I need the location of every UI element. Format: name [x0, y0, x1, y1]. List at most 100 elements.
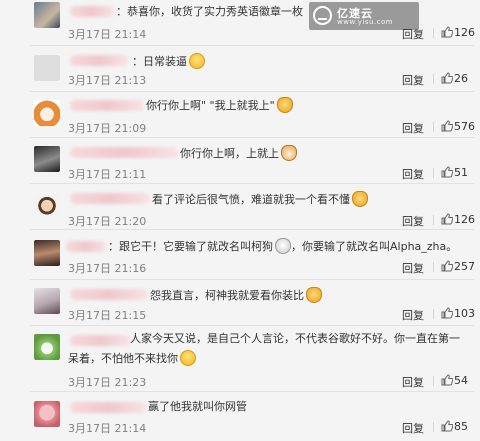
comment-text-body: 看了评论后很气愤，难道就我一个看不懂	[152, 193, 350, 206]
reply-button[interactable]: 回复	[402, 120, 424, 136]
avatar[interactable]	[34, 334, 60, 360]
comment-item: ：恭喜你，收货了实力秀英语徽章一枚 3月17日 21:14 回复 126	[0, 0, 480, 46]
dog-emoji-icon	[275, 238, 291, 254]
thumbs-up-icon	[441, 26, 453, 38]
like-count: 126	[454, 26, 475, 39]
comment-time: 3月17日 21:14	[68, 28, 147, 41]
divider	[433, 376, 434, 386]
comment-item: ：日常装逼 3月17日 21:13 回复 26	[0, 46, 480, 92]
avatar[interactable]	[34, 55, 60, 81]
comment-item: 你行你上啊" "我上就我上" 3月17日 21:09 回复 576	[0, 92, 480, 138]
username-blurred[interactable]	[70, 100, 144, 111]
comment-item: 赢了他我就叫你网管 3月17日 21:14 回复 85	[0, 392, 480, 441]
comment-time: 3月17日 21:20	[68, 215, 147, 228]
thumbs-up-icon	[441, 260, 453, 272]
comment-time: 3月17日 21:23	[68, 376, 147, 389]
comment-text: 你行你上啊" "我上就我上"	[146, 97, 293, 114]
comment-time: 3月17日 21:14	[68, 422, 147, 435]
comment-text: 人家今天又说，是自己个人言论，不代表谷歌好不好。你一直在第一呆着，不怕他不来找你	[68, 329, 468, 369]
comment-item: 人家今天又说，是自己个人言论，不代表谷歌好不好。你一直在第一呆着，不怕他不来找你…	[0, 326, 480, 392]
comment-text: ：日常装逼	[132, 53, 205, 70]
divider	[433, 74, 434, 84]
avatar[interactable]	[34, 194, 60, 220]
divider	[433, 422, 434, 432]
like-count: 26	[454, 72, 468, 85]
smile-emoji-icon	[189, 53, 205, 69]
reply-button[interactable]: 回复	[402, 260, 424, 276]
comment-text-body: ：跟它干！它要输了就改名叫柯狗	[108, 240, 273, 253]
avatar[interactable]	[34, 401, 60, 427]
thumbs-up-icon	[441, 72, 453, 84]
like-button[interactable]: 126	[441, 213, 475, 226]
divider	[433, 215, 434, 225]
divider	[433, 262, 434, 272]
like-count: 126	[454, 213, 475, 226]
like-button[interactable]: 54	[441, 374, 468, 387]
comment-time: 3月17日 21:09	[68, 122, 147, 135]
username-blurred[interactable]	[70, 289, 148, 300]
like-button[interactable]: 85	[441, 420, 468, 433]
like-button[interactable]: 126	[441, 26, 475, 39]
like-button[interactable]: 257	[441, 260, 475, 273]
comment-text-body: 你行你上啊，上就上	[180, 147, 279, 160]
comment-time: 3月17日 21:11	[68, 168, 147, 181]
comment-text-tail: ，你要输了就改名叫Alpha_zha。	[291, 240, 458, 253]
comment-text: 你行你上啊，上就上	[180, 145, 297, 162]
avatar[interactable]	[34, 240, 60, 266]
thumbs-up-icon	[441, 420, 453, 432]
thumbs-up-icon	[441, 374, 453, 386]
like-count: 85	[454, 420, 468, 433]
avatar[interactable]	[34, 100, 60, 126]
like-count: 54	[454, 374, 468, 387]
thumbs-up-icon	[441, 213, 453, 225]
reply-button[interactable]: 回复	[402, 213, 424, 229]
reply-button[interactable]: 回复	[402, 374, 424, 390]
cat-emoji-icon	[352, 191, 368, 207]
username-blurred[interactable]	[70, 193, 150, 204]
comment-item: 怨我直言，柯神我就爱看你装比 3月17日 21:15 回复 103	[0, 280, 480, 326]
comment-time: 3月17日 21:16	[68, 262, 147, 275]
comment-text-body: 人家今天又说，是自己个人言论，不代表谷歌好不好。你一直在第一呆着，不怕他不来找你	[68, 332, 460, 365]
comment-time: 3月17日 21:13	[68, 74, 147, 87]
like-count: 576	[454, 120, 475, 133]
reply-button[interactable]: 回复	[402, 72, 424, 88]
comment-text-body: ：日常装逼	[132, 55, 187, 68]
thumbs-up-icon	[441, 120, 453, 132]
cat-emoji-icon	[306, 287, 322, 303]
like-button[interactable]: 26	[441, 72, 468, 85]
username-blurred[interactable]	[70, 147, 178, 158]
comment-item: ：跟它干！它要输了就改名叫柯狗 ，你要输了就改名叫Alpha_zha。 3月17日…	[0, 230, 480, 280]
like-button[interactable]: 103	[441, 307, 475, 320]
username-blurred[interactable]	[70, 55, 128, 66]
comment-text-body: 怨我直言，柯神我就爱看你装比	[150, 289, 304, 302]
avatar[interactable]	[34, 288, 60, 314]
reply-button[interactable]: 回复	[402, 166, 424, 182]
divider	[433, 122, 434, 132]
divider	[433, 309, 434, 319]
like-count: 103	[454, 307, 475, 320]
laugh-emoji-icon	[180, 350, 196, 366]
username-blurred[interactable]	[66, 241, 106, 252]
shiba-emoji-icon	[281, 145, 297, 161]
divider	[433, 28, 434, 38]
like-button[interactable]: 51	[441, 166, 468, 179]
like-count: 257	[454, 260, 475, 273]
comment-text-body: 你行你上啊" "我上就我上"	[146, 99, 275, 112]
thumbs-up-icon	[441, 307, 453, 319]
reply-button[interactable]: 回复	[402, 307, 424, 323]
username-blurred[interactable]	[70, 6, 114, 17]
like-count: 51	[454, 166, 468, 179]
comment-text: ：恭喜你，收货了实力秀英语徽章一枚	[116, 5, 303, 18]
comment-item: 你行你上啊，上就上 3月17日 21:11 回复 51	[0, 138, 480, 184]
comment-text: 看了评论后很气愤，难道就我一个看不懂	[152, 191, 368, 208]
avatar[interactable]	[34, 2, 60, 28]
comment-item: 看了评论后很气愤，难道就我一个看不懂 3月17日 21:20 回复 126	[0, 184, 480, 230]
comment-time: 3月17日 21:15	[68, 309, 147, 322]
like-button[interactable]: 576	[441, 120, 475, 133]
divider	[433, 168, 434, 178]
username-blurred[interactable]	[70, 402, 146, 413]
avatar[interactable]	[34, 146, 60, 172]
reply-button[interactable]: 回复	[402, 420, 424, 436]
thumbs-up-icon	[441, 166, 453, 178]
reply-button[interactable]: 回复	[402, 26, 424, 42]
